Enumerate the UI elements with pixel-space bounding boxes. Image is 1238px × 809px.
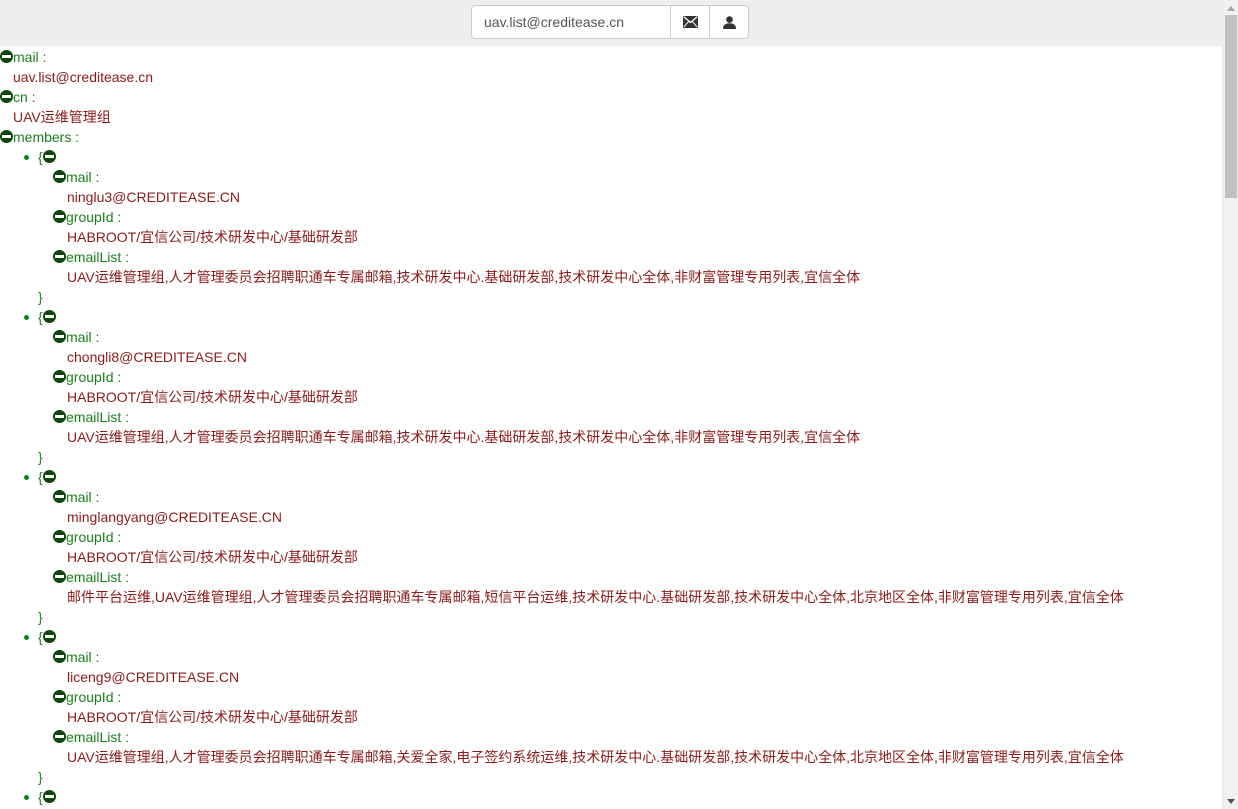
cn-key: cn :: [13, 89, 36, 105]
member-emaillist-value: UAV运维管理组,人才管理委员会招聘职通车专属邮箱,技术研发中心.基础研发部,技…: [67, 429, 861, 445]
member-emaillist-value: 邮件平台运维,UAV运维管理组,人才管理委员会招聘职通车专属邮箱,短信平台运维,…: [67, 589, 1124, 605]
member-emaillist-value: UAV运维管理组,人才管理委员会招聘职通车专属邮箱,技术研发中心.基础研发部,技…: [67, 269, 861, 285]
member-emaillist-key: emailList :: [66, 729, 130, 745]
collapse-member-icon[interactable]: [42, 150, 56, 163]
list-bullet: [24, 635, 29, 640]
collapse-cn-icon[interactable]: [0, 90, 13, 103]
collapse-member-mail-icon[interactable]: [53, 170, 66, 183]
top-toolbar: [0, 0, 1222, 46]
scroll-up-arrow-icon[interactable]: [1223, 0, 1238, 16]
list-bullet: [24, 795, 29, 800]
member-emaillist-value: UAV运维管理组,人才管理委员会招聘职通车专属邮箱,关爱全家,电子签约系统运维,…: [67, 749, 1124, 765]
close-brace: }: [38, 769, 43, 785]
member-mail-value: minglangyang@CREDITEASE.CN: [67, 509, 282, 525]
collapse-member-groupid-icon[interactable]: [53, 370, 66, 383]
member-mail-key: mail :: [66, 169, 100, 185]
mail-search-button[interactable]: [670, 5, 710, 39]
member-mail-key: mail :: [66, 649, 100, 665]
open-brace: {: [38, 309, 43, 325]
close-brace: }: [38, 609, 43, 625]
open-brace: {: [38, 629, 43, 645]
member-groupid-key: groupId :: [66, 369, 122, 385]
collapse-mail-icon[interactable]: [0, 50, 13, 63]
member-groupid-key: groupId :: [66, 529, 122, 545]
collapse-member-groupid-icon[interactable]: [53, 210, 66, 223]
scroll-down-arrow-icon[interactable]: [1223, 793, 1238, 809]
member-mail-key: mail :: [66, 329, 100, 345]
user-icon: [722, 15, 736, 29]
members-key: members :: [13, 129, 80, 145]
collapse-member-mail-icon[interactable]: [53, 490, 66, 503]
collapse-member-mail-icon[interactable]: [53, 650, 66, 663]
list-bullet: [24, 155, 29, 160]
open-brace: {: [38, 469, 43, 485]
open-brace: {: [38, 149, 43, 165]
cn-value: UAV运维管理组: [13, 109, 111, 125]
collapse-member-icon[interactable]: [42, 310, 56, 323]
member-mail-value: ninglu3@CREDITEASE.CN: [67, 189, 240, 205]
scrollbar-thumb[interactable]: [1225, 15, 1237, 198]
collapse-member-groupid-icon[interactable]: [53, 690, 66, 703]
collapse-member-mail-icon[interactable]: [53, 330, 66, 343]
collapse-member-icon[interactable]: [42, 790, 56, 803]
member-groupid-key: groupId :: [66, 689, 122, 705]
member-mail-value: chongli8@CREDITEASE.CN: [67, 349, 247, 365]
member-groupid-value: HABROOT/宜信公司/技术研发中心/基础研发部: [67, 549, 358, 565]
member-groupid-value: HABROOT/宜信公司/技术研发中心/基础研发部: [67, 229, 358, 245]
collapse-member-emaillist-icon[interactable]: [53, 410, 66, 423]
collapse-member-emaillist-icon[interactable]: [53, 570, 66, 583]
member-groupid-key: groupId :: [66, 209, 122, 225]
member-groupid-value: HABROOT/宜信公司/技术研发中心/基础研发部: [67, 709, 358, 725]
collapse-member-emaillist-icon[interactable]: [53, 250, 66, 263]
collapse-member-icon[interactable]: [42, 470, 56, 483]
close-brace: }: [38, 289, 43, 305]
search-input[interactable]: [471, 5, 671, 39]
collapse-member-groupid-icon[interactable]: [53, 530, 66, 543]
member-emaillist-key: emailList :: [66, 569, 130, 585]
list-bullet: [24, 315, 29, 320]
list-bullet: [24, 475, 29, 480]
collapse-members-icon[interactable]: [0, 130, 13, 143]
open-brace: {: [38, 789, 43, 805]
close-brace: }: [38, 449, 43, 465]
member-emaillist-key: emailList :: [66, 249, 130, 265]
collapse-member-icon[interactable]: [42, 630, 56, 643]
mail-key: mail :: [13, 49, 47, 65]
collapse-member-emaillist-icon[interactable]: [53, 730, 66, 743]
mail-value: uav.list@creditease.cn: [13, 69, 154, 85]
member-mail-key: mail :: [66, 489, 100, 505]
member-groupid-value: HABROOT/宜信公司/技术研发中心/基础研发部: [67, 389, 358, 405]
json-tree-view: mail : uav.list@creditease.cn cn : UAV运维…: [0, 46, 1222, 809]
user-search-button[interactable]: [709, 5, 749, 39]
member-emaillist-key: emailList :: [66, 409, 130, 425]
envelope-icon: [682, 16, 698, 28]
member-mail-value: liceng9@CREDITEASE.CN: [67, 669, 240, 685]
vertical-scrollbar[interactable]: [1222, 0, 1238, 809]
